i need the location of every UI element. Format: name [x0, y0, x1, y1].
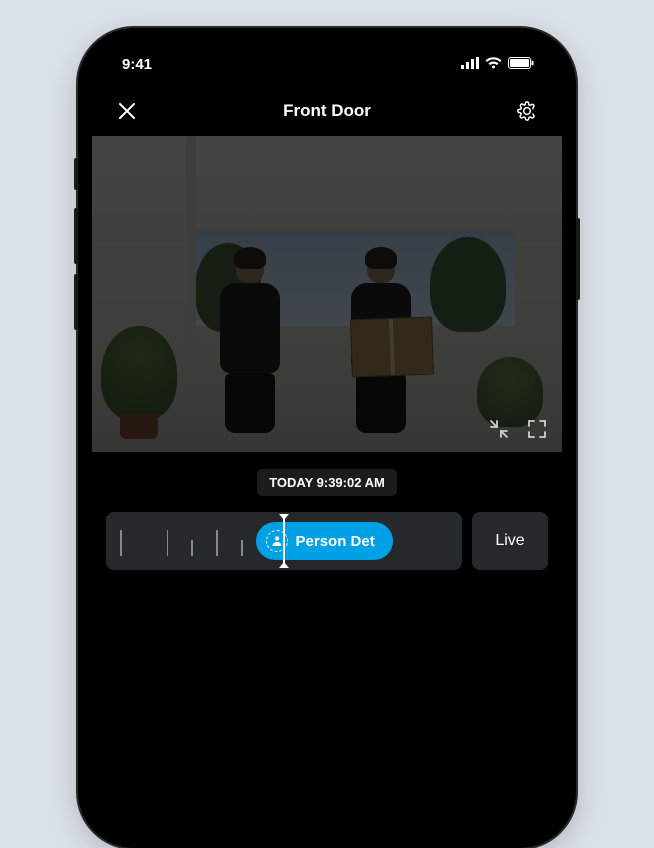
wifi-icon	[485, 56, 502, 73]
timestamp-pill: TODAY 9:39:02 AM	[257, 469, 397, 496]
timeline-tick	[191, 540, 193, 556]
gear-icon	[517, 101, 537, 121]
timeline-row: Person Det Live	[92, 512, 562, 570]
title-bar: Front Door	[92, 86, 562, 136]
timeline-tick	[241, 540, 243, 556]
settings-button[interactable]	[514, 98, 540, 124]
timeline-tick	[216, 530, 218, 556]
notch	[227, 42, 427, 70]
close-icon	[118, 102, 136, 120]
status-time: 9:41	[122, 56, 152, 73]
live-label: Live	[495, 532, 524, 550]
timeline-tick	[120, 530, 122, 556]
minimize-icon	[489, 419, 509, 439]
phone-side-button	[74, 208, 78, 264]
fullscreen-icon	[527, 419, 547, 439]
cellular-icon	[461, 56, 479, 73]
phone-frame: 9:41 Front Door	[78, 28, 576, 848]
battery-icon	[508, 56, 534, 73]
phone-side-button	[74, 274, 78, 330]
screen: 9:41 Front Door	[92, 42, 562, 834]
event-label: Person Det	[296, 533, 375, 550]
minimize-button[interactable]	[488, 418, 510, 440]
video-dim-overlay	[92, 136, 562, 452]
phone-side-button	[576, 218, 580, 300]
video-controls	[488, 418, 548, 440]
page-title: Front Door	[283, 101, 371, 121]
timeline-playhead[interactable]	[283, 516, 285, 566]
camera-video[interactable]	[92, 136, 562, 452]
timestamp-area: TODAY 9:39:02 AM	[92, 452, 562, 512]
timeline-tick	[167, 530, 169, 556]
close-button[interactable]	[114, 98, 140, 124]
event-pill[interactable]: Person Det	[256, 522, 393, 560]
phone-side-button	[74, 158, 78, 190]
event-timeline[interactable]: Person Det	[106, 512, 462, 570]
live-button[interactable]: Live	[472, 512, 548, 570]
fullscreen-button[interactable]	[526, 418, 548, 440]
